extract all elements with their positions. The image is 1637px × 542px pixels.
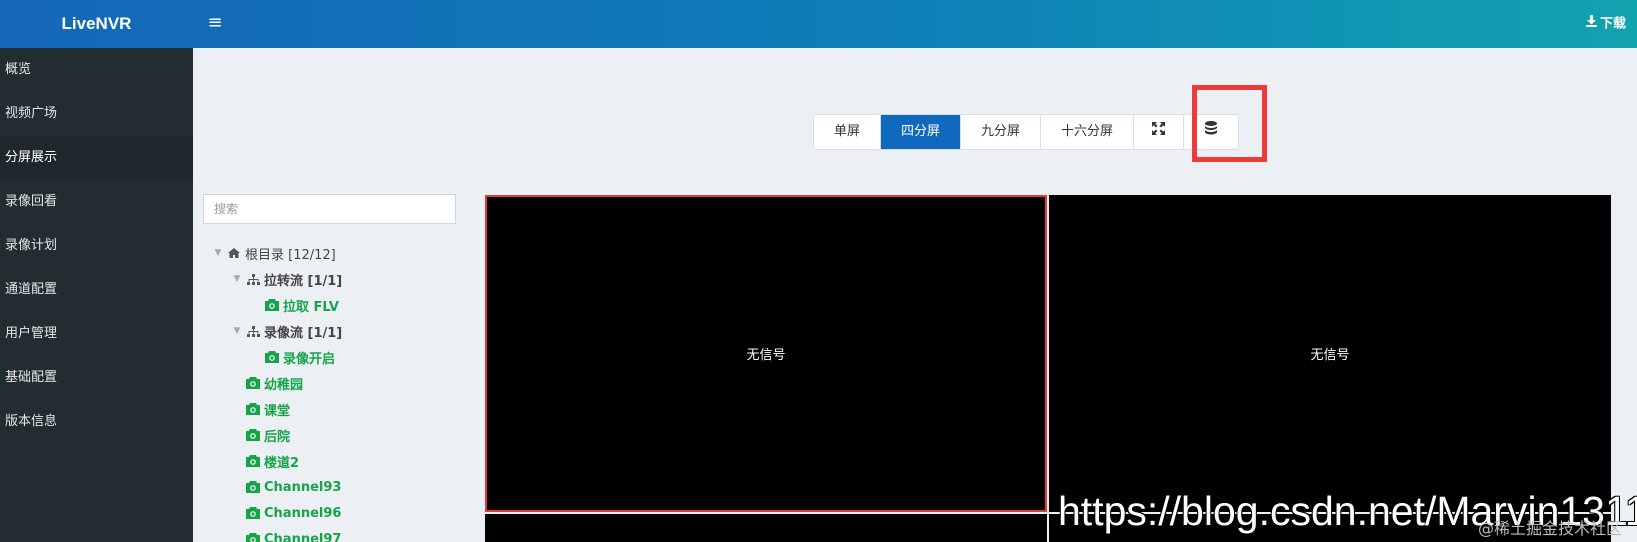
sidebar-item-split-screen[interactable]: 分屏展示	[0, 136, 193, 180]
four-screen-button[interactable]: 四分屏	[881, 115, 962, 149]
channel-label: 后院	[264, 429, 291, 445]
sidebar-item-version-info[interactable]: 版本信息	[0, 400, 193, 444]
top-header: LiveNVR ≡ 下载	[0, 0, 1637, 48]
single-screen-button[interactable]: 单屏	[814, 115, 882, 149]
channel-label: 课堂	[264, 403, 291, 419]
camera-icon	[264, 299, 280, 311]
camera-icon	[245, 507, 261, 519]
tree-group[interactable]: ▼ 录像流 [1/1]	[210, 318, 470, 344]
channel-label: 拉取 FLV	[283, 299, 339, 315]
search-input[interactable]	[203, 194, 456, 224]
channel-label: Channel97	[264, 531, 342, 542]
tree-root[interactable]: ▼ 根目录 [12/12]	[210, 240, 470, 266]
watermark-sub: @稀土掘金技术社区	[1478, 519, 1623, 538]
channel-item[interactable]: 后院	[210, 422, 470, 448]
view-mode-toolbar: 单屏 四分屏 九分屏 十六分屏	[813, 114, 1240, 150]
tree-group-label: 录像流 [1/1]	[264, 325, 343, 341]
download-label: 下载	[1600, 16, 1627, 32]
channel-label: 楼道2	[264, 455, 300, 471]
tree-group[interactable]: ▼ 拉转流 [1/1]	[210, 266, 470, 292]
video-tile[interactable]: 无信号	[1049, 195, 1611, 512]
collapse-arrow-icon[interactable]: ▼	[210, 248, 226, 258]
no-signal-label: 无信号	[746, 348, 786, 363]
channel-label: Channel96	[264, 505, 342, 521]
camera-icon	[245, 403, 261, 415]
channel-tree: ▼ 根目录 [12/12] ▼ 拉转流 [1/1] 拉取 FLV ▼ 录像流 […	[210, 240, 470, 542]
camera-icon	[245, 481, 261, 493]
sitemap-icon	[245, 325, 261, 337]
sidebar-item-record-plan[interactable]: 录像计划	[0, 224, 193, 268]
camera-icon	[245, 533, 261, 542]
channel-item[interactable]: 幼稚园	[210, 370, 470, 396]
sidebar-item-basic-config[interactable]: 基础配置	[0, 356, 193, 400]
collapse-arrow-icon[interactable]: ▼	[229, 326, 245, 336]
video-tile[interactable]	[485, 514, 1047, 542]
collapse-arrow-icon[interactable]: ▼	[229, 274, 245, 284]
no-signal-label: 无信号	[1310, 348, 1350, 363]
channel-label: 录像开启	[283, 351, 336, 367]
channel-item[interactable]: 拉取 FLV	[210, 292, 470, 318]
download-icon	[1586, 0, 1597, 48]
sidebar-item-user-management[interactable]: 用户管理	[0, 312, 193, 356]
expand-icon	[1152, 115, 1166, 149]
sidebar-item-overview[interactable]: 概览	[0, 48, 193, 92]
tree-root-label: 根目录 [12/12]	[245, 247, 336, 263]
sidebar-item-channel-config[interactable]: 通道配置	[0, 268, 193, 312]
channel-item[interactable]: Channel96	[210, 500, 470, 526]
channel-item[interactable]: Channel97	[210, 526, 470, 542]
channel-item[interactable]: Channel93	[210, 474, 470, 500]
channel-item[interactable]: 楼道2	[210, 448, 470, 474]
storage-button[interactable]	[1184, 115, 1238, 149]
sidebar-item-playback[interactable]: 录像回看	[0, 180, 193, 224]
channel-item[interactable]: 课堂	[210, 396, 470, 422]
channel-label: 幼稚园	[264, 377, 304, 393]
tree-group-label: 拉转流 [1/1]	[264, 273, 343, 289]
sixteen-screen-button[interactable]: 十六分屏	[1041, 115, 1135, 149]
nine-screen-button[interactable]: 九分屏	[961, 115, 1042, 149]
camera-icon	[264, 351, 280, 363]
channel-label: Channel93	[264, 479, 342, 495]
video-tile[interactable]: 无信号	[485, 195, 1047, 512]
menu-toggle-icon[interactable]: ≡	[200, 0, 230, 48]
sidebar: 概览 视频广场 分屏展示 录像回看 录像计划 通道配置 用户管理 基础配置 版本…	[0, 48, 193, 542]
camera-icon	[245, 429, 261, 441]
camera-icon	[245, 455, 261, 467]
sitemap-icon	[245, 273, 261, 285]
camera-icon	[245, 377, 261, 389]
download-link[interactable]: 下载	[1586, 0, 1626, 48]
database-icon	[1205, 115, 1218, 149]
home-icon	[226, 248, 242, 258]
channel-item[interactable]: 录像开启	[210, 344, 470, 370]
fullscreen-button[interactable]	[1134, 115, 1185, 149]
app-logo[interactable]: LiveNVR	[0, 0, 193, 48]
sidebar-item-video-square[interactable]: 视频广场	[0, 92, 193, 136]
